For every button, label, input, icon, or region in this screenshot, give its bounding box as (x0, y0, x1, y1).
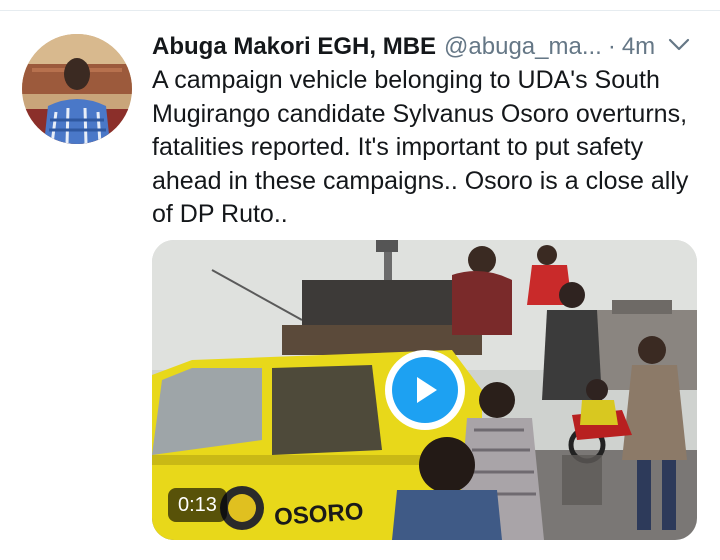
vehicle-lettering: OSORO (273, 498, 364, 531)
top-divider (0, 0, 720, 11)
header-separator: · (607, 33, 616, 60)
timestamp[interactable]: 4m (622, 33, 655, 61)
play-icon (417, 377, 437, 403)
play-button-inner (392, 357, 458, 423)
video-duration-badge: 0:13 (168, 488, 227, 522)
chevron-down-icon (668, 38, 690, 51)
display-name[interactable]: Abuga Makori EGH, MBE (152, 33, 436, 61)
tweet-header: Abuga Makori EGH, MBE @abuga_ma... · 4m (152, 30, 692, 64)
avatar-image (22, 34, 132, 144)
tweet-video[interactable]: OSORO 0:13 (152, 240, 697, 540)
tweet-text: A campaign vehicle belonging to UDA's So… (152, 66, 689, 228)
play-button[interactable] (385, 350, 465, 430)
user-handle[interactable]: @abuga_ma... (444, 33, 602, 61)
more-options-button[interactable] (664, 30, 694, 60)
avatar[interactable] (22, 34, 132, 144)
svg-text:OSORO: OSORO (273, 498, 364, 531)
